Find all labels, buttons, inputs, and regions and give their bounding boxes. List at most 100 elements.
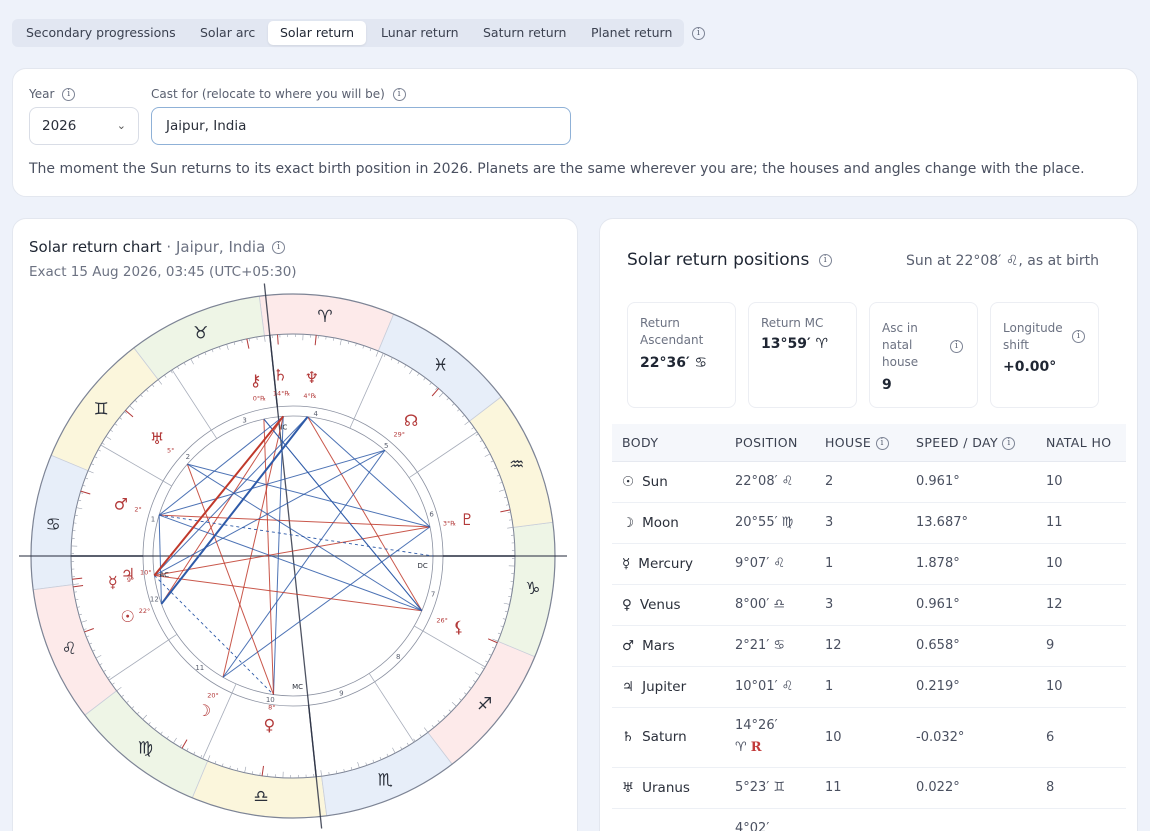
angle-label: AC (159, 571, 169, 579)
planet-icon: ☽ (197, 701, 211, 720)
cell-natal-house: 12 (1036, 584, 1126, 626)
table-row[interactable]: ♂ Mars 2°21′ ♋ 12 0.658° 9 (612, 625, 1126, 667)
cell-position: 20°55′ ♍ (725, 502, 815, 544)
house-number: 8 (396, 653, 400, 661)
table-row[interactable]: ♃ Jupiter 10°01′ ♌ 1 0.219° 10 (612, 666, 1126, 708)
location-input[interactable]: Jaipur, India (151, 107, 571, 145)
zodiac-sign-icon: ♒ (509, 455, 524, 475)
cell-speed: 0.658° (906, 625, 1036, 667)
body-name: Saturn (642, 729, 687, 745)
planet-icon: ⚸ (453, 617, 465, 636)
planet-icon: ☉ (120, 607, 134, 626)
tab-planet-return[interactable]: Planet return (579, 19, 684, 47)
house-number: 11 (195, 664, 204, 672)
cell-house: 1 (815, 666, 906, 708)
cell-natal-house: 9 (1036, 625, 1126, 667)
body-name: Mars (642, 637, 675, 654)
body-name: Venus (639, 596, 681, 613)
table-row[interactable]: ♅ Uranus 5°23′ ♊ 11 0.022° 8 (612, 767, 1126, 809)
cell-body: ♄ Saturn (612, 707, 725, 768)
cell-position: 14°26′ ♈ R (725, 707, 815, 768)
tab-solar-return[interactable]: Solar return (268, 21, 367, 45)
stat-label: Return Ascendant (640, 316, 704, 347)
position-degree: 14°26′ (735, 718, 778, 733)
cell-body: ♀ Venus (612, 584, 725, 626)
col-speed[interactable]: SPEED / DAY i (906, 424, 1036, 462)
positions-title: Solar return positions i (627, 250, 832, 270)
cell-natal-house: 10 (1036, 461, 1126, 503)
stat-asc-natal-house: Asc in natal house i 9 (869, 302, 978, 408)
tab-secondary-progressions[interactable]: Secondary progressions (14, 19, 188, 47)
cell-natal-house: 10 (1036, 666, 1126, 708)
planet-degree: 20° (207, 692, 219, 700)
zodiac-sign-icon: ♍ (138, 739, 153, 759)
planet-icon: ♀ (263, 715, 275, 734)
chart-card: Solar return chart · Jaipur, India i Exa… (12, 218, 578, 831)
planet-degree: 0°℞ (253, 395, 266, 403)
speed-info-icon[interactable]: i (1002, 436, 1016, 450)
table-row[interactable]: ☿ Mercury 9°07′ ♌ 1 1.878° 10 (612, 543, 1126, 585)
table-row[interactable]: 4°02′ (612, 808, 1126, 831)
planet-tick (277, 334, 279, 345)
cast-label-text: Cast for (relocate to where you will be) (151, 87, 385, 101)
cell-house: 2 (815, 461, 906, 503)
angle-label: DC (418, 562, 428, 570)
planet-degree: 4°℞ (303, 392, 316, 400)
planet-icon: ☿ (108, 572, 118, 591)
cell-body: ☿ Mercury (612, 543, 725, 585)
mercury-icon: ☿ (622, 555, 631, 572)
cell-position: 8°00′ ♎ (725, 584, 815, 626)
planet-degree: 26° (436, 616, 448, 624)
cell-natal-house: 10 (1036, 543, 1126, 585)
cast-label: Cast for (relocate to where you will be)… (151, 87, 406, 101)
col-house-label: HOUSE (825, 434, 872, 450)
table-row[interactable]: ☽ Moon 20°55′ ♍ 3 13.687° 11 (612, 502, 1126, 544)
house-number: 1 (151, 515, 155, 523)
year-info-icon[interactable]: i (62, 88, 76, 101)
cell-house: 11 (815, 767, 906, 809)
col-natal-house[interactable]: NATAL HO (1036, 424, 1126, 462)
table-row[interactable]: ☉ Sun 22°08′ ♌ 2 0.961° 10 (612, 461, 1126, 503)
positions-card: Solar return positions i Sun at 22°08′ ♌… (599, 218, 1138, 831)
cast-info-icon[interactable]: i (392, 88, 406, 101)
table-row[interactable]: ♄ Saturn 14°26′ ♈ R 10 -0.032° 6 (612, 707, 1126, 768)
table-row[interactable]: ♀ Venus 8°00′ ♎ 3 0.961° 12 (612, 584, 1126, 626)
stat-value: 13°59′ ♈ (761, 336, 829, 352)
longitude-info-icon[interactable]: i (1072, 330, 1085, 343)
cell-body: ☽ Moon (612, 502, 725, 544)
angle-label: MC (292, 683, 303, 691)
house-number: 5 (384, 442, 388, 450)
body-name: Mercury (638, 555, 694, 572)
cell-speed: 0.219° (906, 666, 1036, 708)
tabs-info-icon[interactable]: i (692, 27, 705, 40)
cell-body: ☉ Sun (612, 461, 725, 503)
position-sign: ♈ R (735, 740, 762, 755)
planet-degree: 3°℞ (443, 520, 456, 528)
wheel-rings (19, 283, 567, 829)
cell-body: ♂ Mars (612, 625, 725, 667)
positions-info-icon[interactable]: i (818, 253, 832, 267)
cell-natal-house: 8 (1036, 767, 1126, 809)
cell-body (612, 808, 725, 831)
year-label: Year i (29, 87, 76, 101)
house-number: 12 (150, 595, 159, 603)
year-label-text: Year (29, 87, 55, 101)
col-position[interactable]: POSITION (725, 424, 815, 462)
zodiac-sign-icon: ♌ (62, 639, 77, 659)
zodiac-sign-icon: ♐ (477, 695, 492, 715)
asc-house-info-icon[interactable]: i (950, 340, 963, 353)
house-info-icon[interactable]: i (875, 436, 889, 450)
sun-icon: ☉ (622, 473, 635, 490)
house-number: 4 (313, 410, 318, 418)
tab-lunar-return[interactable]: Lunar return (369, 19, 471, 47)
col-house[interactable]: HOUSE i (815, 424, 906, 462)
year-select[interactable]: 2026 ⌄ (29, 107, 139, 145)
tab-saturn-return[interactable]: Saturn return (471, 19, 578, 47)
cell-speed: 0.022° (906, 767, 1036, 809)
year-select-value: 2026 (42, 118, 77, 134)
cell-position: 10°01′ ♌ (725, 666, 815, 708)
tab-solar-arc[interactable]: Solar arc (188, 19, 267, 47)
positions-subtitle: Sun at 22°08′ ♌, as at birth (905, 253, 1099, 269)
mars-icon: ♂ (622, 637, 635, 654)
col-body[interactable]: BODY (612, 424, 725, 462)
